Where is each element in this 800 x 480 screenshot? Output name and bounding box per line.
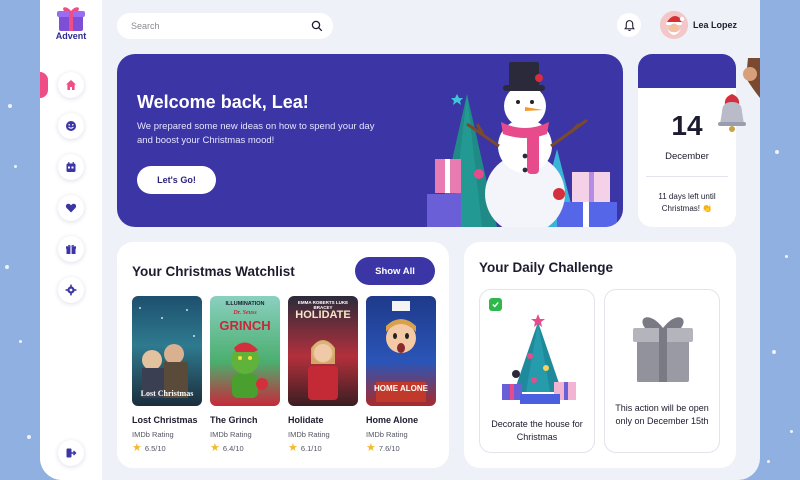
rating-value: 7.6/10 bbox=[378, 443, 400, 453]
welcome-subtitle: We prepared some new ideas on how to spe… bbox=[137, 121, 375, 146]
movie-card[interactable]: ILLUMINATION Dr. Seuss GRINCH The Grinch… bbox=[210, 296, 280, 454]
rating-label: IMDb Rating bbox=[210, 430, 252, 439]
divider bbox=[646, 176, 728, 177]
movie-poster[interactable]: EMMA ROBERTS LUKE BRACEY HOLIDATE bbox=[288, 296, 358, 406]
rating-label: IMDb Rating bbox=[132, 430, 174, 439]
notifications-button[interactable] bbox=[617, 13, 641, 37]
calendar-icon bbox=[66, 162, 76, 172]
nav-home[interactable] bbox=[58, 72, 84, 98]
nav-gifts[interactable] bbox=[58, 236, 84, 262]
gift-logo-icon[interactable] bbox=[56, 4, 86, 32]
poster-title: HOME ALONE bbox=[374, 384, 428, 393]
watchlist-panel: Your Christmas Watchlist Show All Lost C… bbox=[117, 242, 449, 468]
logout-button[interactable] bbox=[58, 440, 84, 466]
search-icon[interactable] bbox=[311, 20, 323, 32]
logout-icon bbox=[66, 448, 77, 458]
nav-mood[interactable] bbox=[58, 113, 84, 139]
movie-poster[interactable]: ILLUMINATION Dr. Seuss GRINCH bbox=[210, 296, 280, 406]
movie-poster[interactable]: Lost Christmas bbox=[132, 296, 202, 406]
movie-title[interactable]: The Grinch bbox=[210, 415, 280, 425]
poster-title: Lost Christmas bbox=[140, 389, 194, 398]
daily-challenge-panel: Your Daily Challenge Decorate the house … bbox=[464, 242, 736, 468]
grinch-poster-art bbox=[231, 342, 268, 398]
holidate-poster-art bbox=[308, 340, 338, 400]
welcome-title: Welcome back, Lea! bbox=[137, 92, 309, 112]
nav-calendar[interactable] bbox=[58, 154, 84, 180]
rating-value: 6.5/10 bbox=[144, 443, 166, 453]
challenge-title: Your Daily Challenge bbox=[479, 260, 614, 275]
movie-rating: ★ 6.5/10 bbox=[132, 442, 202, 454]
smile-icon bbox=[66, 121, 76, 131]
christmas-bell-icon bbox=[718, 58, 760, 132]
nav-settings[interactable] bbox=[58, 277, 84, 303]
star-icon: ★ bbox=[210, 442, 220, 454]
movie-rating: ★ 6.4/10 bbox=[210, 442, 280, 454]
avatar[interactable] bbox=[660, 11, 688, 39]
star-icon: ★ bbox=[366, 442, 376, 454]
date-month: December bbox=[665, 151, 709, 162]
movie-title[interactable]: Home Alone bbox=[366, 415, 436, 425]
search-input[interactable] bbox=[131, 21, 311, 31]
home-icon bbox=[66, 80, 76, 90]
gift-icon bbox=[66, 244, 76, 254]
search-bar[interactable] bbox=[117, 13, 333, 39]
countdown-note: 11 days left until Christmas! 👏 bbox=[658, 192, 716, 213]
nav-favorites[interactable] bbox=[58, 195, 84, 221]
star-icon: ★ bbox=[288, 442, 298, 454]
bell-icon bbox=[623, 19, 635, 31]
movie-poster[interactable]: HOME ALONE bbox=[366, 296, 436, 406]
santa-avatar-icon bbox=[660, 11, 688, 39]
rating-label: IMDb Rating bbox=[366, 430, 408, 439]
watchlist-title: Your Christmas Watchlist bbox=[132, 264, 295, 279]
rating-label: IMDb Rating bbox=[288, 430, 330, 439]
star-icon: ★ bbox=[132, 442, 142, 454]
movie-rating: ★ 6.1/10 bbox=[288, 442, 358, 454]
challenge-card-locked[interactable]: This action will be open only on Decembe… bbox=[604, 289, 720, 453]
movie-card[interactable]: HOME ALONE Home Alone IMDb Rating ★ 7.6/… bbox=[366, 296, 436, 454]
gear-icon bbox=[65, 284, 77, 296]
user-name[interactable]: Lea Lopez bbox=[693, 20, 737, 30]
movie-title[interactable]: Lost Christmas bbox=[132, 415, 202, 425]
movie-card[interactable]: Lost Christmas Lost Christmas IMDb Ratin… bbox=[132, 296, 202, 454]
active-nav-indicator bbox=[40, 72, 48, 98]
lets-go-button[interactable]: Let's Go! bbox=[137, 166, 216, 194]
challenge-text: This action will be open only on Decembe… bbox=[615, 403, 709, 426]
show-all-button[interactable]: Show All bbox=[355, 257, 435, 285]
movie-card[interactable]: EMMA ROBERTS LUKE BRACEY HOLIDATE Holida… bbox=[288, 296, 358, 454]
decorated-tree-illustration bbox=[502, 314, 576, 404]
movie-title[interactable]: Holidate bbox=[288, 415, 358, 425]
challenge-card-decorate[interactable]: Decorate the house for Christmas bbox=[479, 289, 595, 453]
movie-rating: ★ 7.6/10 bbox=[366, 442, 436, 454]
sidebar: Advent bbox=[40, 0, 102, 480]
rating-value: 6.1/10 bbox=[300, 443, 322, 453]
brand-name: Advent bbox=[55, 31, 87, 41]
welcome-banner: Welcome back, Lea! We prepared some new … bbox=[117, 54, 623, 227]
challenge-text: Decorate the house for Christmas bbox=[491, 419, 583, 442]
app-window: Advent Search Lea Lopez Welcome back, Le… bbox=[40, 0, 760, 480]
snowman-illustration bbox=[427, 62, 617, 227]
heart-icon bbox=[65, 203, 77, 213]
rating-value: 6.4/10 bbox=[222, 443, 244, 453]
locked-gift-illustration bbox=[633, 317, 693, 382]
